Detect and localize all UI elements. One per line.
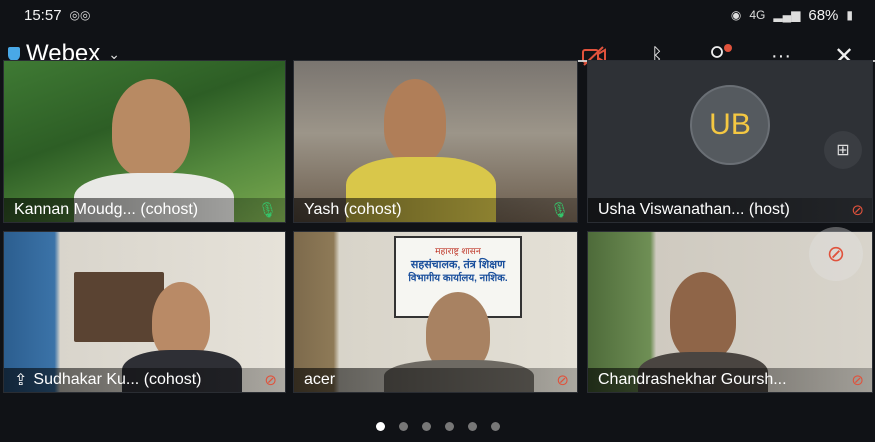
network-label: 4G [749,8,766,22]
mic-muted-icon: ⊘ [556,372,569,389]
sign-line-1: महाराष्ट्र शासन [435,246,481,256]
mic-muted-icon: ⊘ [851,372,864,389]
participant-name: Chandrashekhar Goursh... [598,371,787,388]
participant-name-bar: acer [294,368,577,392]
video-tile-3[interactable]: UB ⊞ Usha Viswanathan... (host) ⊘ [587,60,873,223]
mic-on-icon: 🎙 [549,202,569,219]
participant-name: Sudhakar Ku... (cohost) [33,371,202,388]
shield-icon [8,47,20,61]
layout-toggle-button[interactable]: ⊞ [824,131,862,169]
hotspot-icon: ◉ [730,8,742,22]
participant-face [384,79,446,163]
participant-name: Usha Viswanathan... (host) [598,201,790,218]
mic-muted-icon: ⊘ [851,202,864,219]
page-dot-5[interactable] [467,422,477,431]
video-tile-1[interactable]: Kannan Moudg... (cohost) 🎙 [3,60,286,223]
mic-muted-icon: ⊘ [264,372,277,389]
participant-face [670,272,736,360]
battery-icon: ▮ [846,8,853,22]
page-dot-4[interactable] [444,422,454,431]
participant-name-bar: Kannan Moudg... (cohost) [4,198,285,222]
mic-on-icon: 🎙 [257,202,277,219]
participant-name-bar: ⇪ Sudhakar Ku... (cohost) [4,368,285,392]
share-icon: ⇪ [14,372,28,389]
shelf [74,272,164,342]
battery-level: 68% [808,6,839,24]
video-tile-2[interactable]: Yash (cohost) 🎙 [293,60,578,223]
mic-muted-icon: ⊘ [826,241,846,266]
notification-icon: ◎◎ [69,8,91,22]
status-time: 15:57 [24,6,62,24]
sign-line-2: सहसंचालक, तंत्र शिक्षण [410,259,506,271]
participant-name-bar: Yash (cohost) [294,198,577,222]
avatar: UB [690,85,770,165]
participant-name-bar: Usha Viswanathan... (host) [588,198,872,222]
status-bar: 15:57 ◎◎ ◉ 4G ▂▄▆ 68% ▮ [0,0,875,30]
participant-face [112,79,190,177]
page-dot-3[interactable] [421,422,431,431]
sign-line-3: विभागीय कार्यालय, नाशिक. [408,273,508,284]
participant-face [152,282,210,360]
page-dot-2[interactable] [398,422,408,431]
signal-icon: ▂▄▆ [773,8,801,22]
page-dot-6[interactable] [490,422,500,431]
video-tile-5[interactable]: महाराष्ट्र शासन सहसंचालक, तंत्र शिक्षण व… [293,231,578,393]
video-tile-4[interactable]: ⇪ Sudhakar Ku... (cohost) ⊘ [3,231,286,393]
avatar-initials: UB [709,108,751,141]
grid-icon: ⊞ [836,142,850,159]
page-indicator [0,422,875,431]
page-dot-1[interactable] [375,422,385,431]
participant-name-bar: Chandrashekhar Goursh... [588,368,872,392]
participant-name: acer [304,371,336,388]
participant-name: Yash (cohost) [304,201,402,218]
webex-meeting-screen: 15:57 ◎◎ ◉ 4G ▂▄▆ 68% ▮ Webex ⌄ ᛒ ··· ✕ … [0,0,875,442]
participant-name: Kannan Moudg... (cohost) [14,201,199,218]
mute-toggle-button[interactable]: ⊘ [809,227,863,281]
